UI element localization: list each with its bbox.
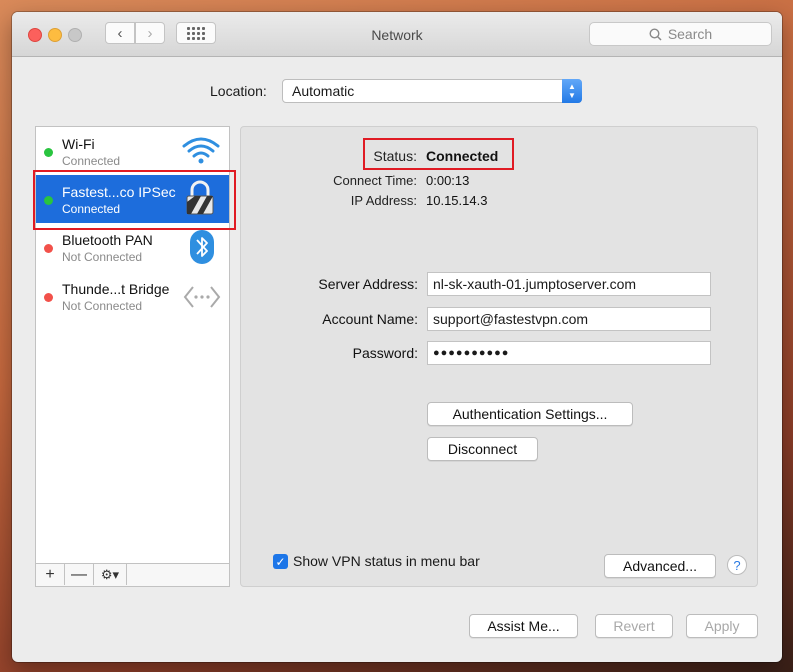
server-address-label: Server Address: — [318, 276, 418, 292]
location-value: Automatic — [292, 83, 355, 99]
revert-button[interactable]: Revert — [595, 614, 673, 638]
titlebar: ‹ › Network Search — [12, 12, 782, 57]
service-status: Not Connected — [62, 250, 143, 264]
service-item-bluetooth[interactable]: Bluetooth PAN Not Connected — [36, 223, 229, 271]
action-menu-button[interactable]: ⚙▾ — [94, 564, 127, 585]
service-name: Bluetooth PAN — [62, 232, 153, 248]
password-label: Password: — [352, 345, 418, 361]
service-status: Connected — [62, 154, 121, 168]
advanced-button[interactable]: Advanced... — [604, 554, 716, 578]
show-vpn-status-label: Show VPN status in menu bar — [293, 553, 480, 569]
show-vpn-status-checkbox[interactable]: ✓ — [273, 554, 288, 569]
ip-address-value: 10.15.14.3 — [426, 193, 488, 208]
status-dot — [44, 148, 53, 157]
account-name-label: Account Name: — [322, 311, 418, 327]
add-service-button[interactable]: + — [36, 564, 65, 585]
apply-button[interactable]: Apply — [686, 614, 758, 638]
disconnect-button[interactable]: Disconnect — [427, 437, 538, 461]
status-dot — [44, 293, 53, 302]
connect-time-value: 0:00:13 — [426, 173, 470, 188]
service-item-thunderbolt-bridge[interactable]: Thunde...t Bridge Not Connected — [36, 272, 229, 320]
network-preferences-window: ‹ › Network Search Location: Automatic ▲… — [12, 12, 782, 662]
select-arrows-icon: ▲ ▼ — [562, 79, 582, 103]
bluetooth-icon — [190, 230, 214, 264]
server-address-field[interactable]: nl-sk-xauth-01.jumptoserver.com — [427, 272, 711, 296]
connect-time-label: Connect Time: — [333, 173, 417, 188]
password-field[interactable]: ●●●●●●●●●● — [427, 341, 711, 365]
location-label: Location: — [210, 83, 267, 99]
service-status: Not Connected — [62, 299, 143, 313]
search-icon — [649, 27, 662, 41]
authentication-settings-button[interactable]: Authentication Settings... — [427, 402, 633, 426]
account-name-field[interactable]: support@fastestvpn.com — [427, 307, 711, 331]
annotation-highlight-status — [363, 138, 514, 170]
service-item-wifi[interactable]: Wi-Fi Connected — [36, 127, 229, 175]
search-input[interactable]: Search — [589, 22, 772, 46]
bridge-icon — [183, 286, 221, 308]
wifi-icon — [182, 137, 220, 164]
service-name: Thunde...t Bridge — [62, 281, 170, 297]
help-button[interactable]: ? — [727, 555, 747, 575]
assist-me-button[interactable]: Assist Me... — [469, 614, 578, 638]
vpn-details-panel: Status: Connected Connect Time: 0:00:13 … — [240, 126, 758, 587]
location-select[interactable]: Automatic ▲ ▼ — [282, 79, 582, 103]
remove-service-button[interactable]: — — [65, 564, 94, 585]
annotation-highlight-service — [33, 170, 236, 230]
service-name: Wi-Fi — [62, 136, 95, 152]
status-dot — [44, 244, 53, 253]
search-placeholder: Search — [667, 26, 713, 42]
checkmark-icon: ✓ — [275, 554, 286, 569]
ip-address-label: IP Address: — [350, 193, 417, 208]
service-list-controls: + — ⚙▾ — [36, 563, 229, 586]
